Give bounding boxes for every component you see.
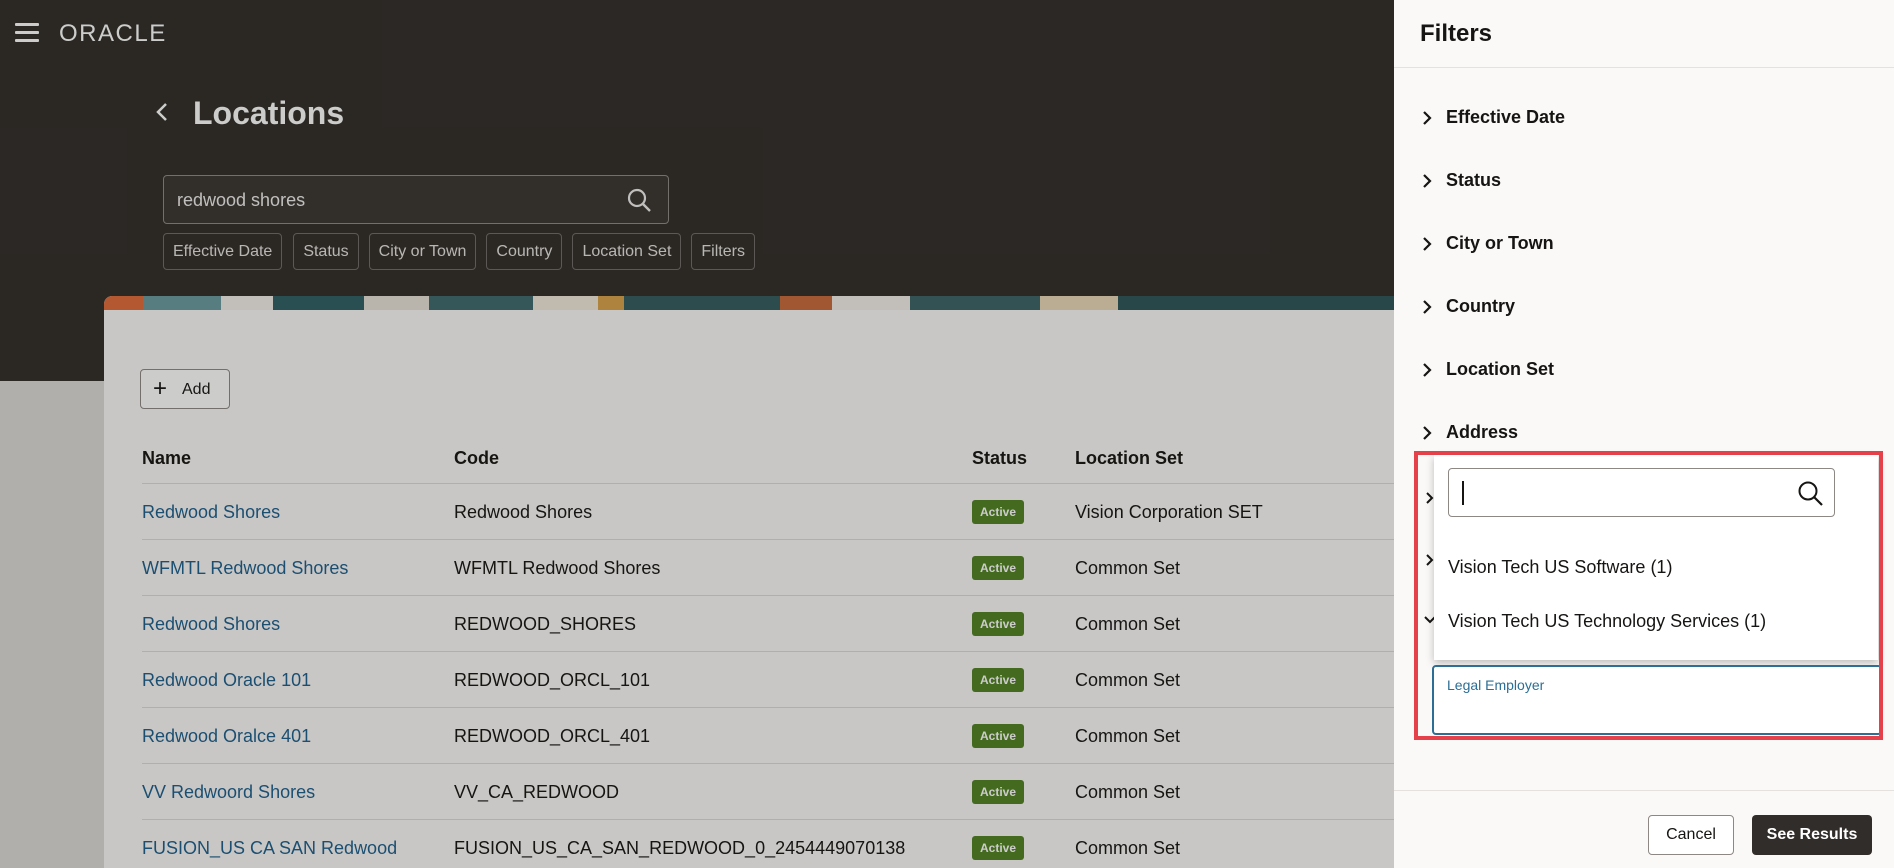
chevron-right-icon xyxy=(1423,300,1432,314)
chevron-right-icon xyxy=(1423,237,1432,251)
filter-label: Location Set xyxy=(1446,359,1555,379)
filter-label: Address xyxy=(1446,422,1519,442)
divider xyxy=(1394,67,1894,68)
chevron-right-icon xyxy=(1423,174,1432,188)
chevron-right-icon xyxy=(1423,426,1432,440)
drawer-title: Filters xyxy=(1420,20,1493,47)
filter-label: City or Town xyxy=(1446,233,1554,253)
modal-scrim[interactable] xyxy=(0,0,1394,868)
filter-label: Status xyxy=(1446,170,1502,190)
filter-label: Country xyxy=(1446,296,1515,316)
cancel-button[interactable]: Cancel xyxy=(1648,815,1734,855)
filter-label: Effective Date xyxy=(1446,107,1566,127)
see-results-button[interactable]: See Results xyxy=(1752,815,1872,855)
chevron-right-icon xyxy=(1423,111,1432,125)
chevron-right-icon xyxy=(1423,363,1432,377)
highlight-annotation xyxy=(1414,451,1883,740)
divider xyxy=(1394,790,1894,791)
